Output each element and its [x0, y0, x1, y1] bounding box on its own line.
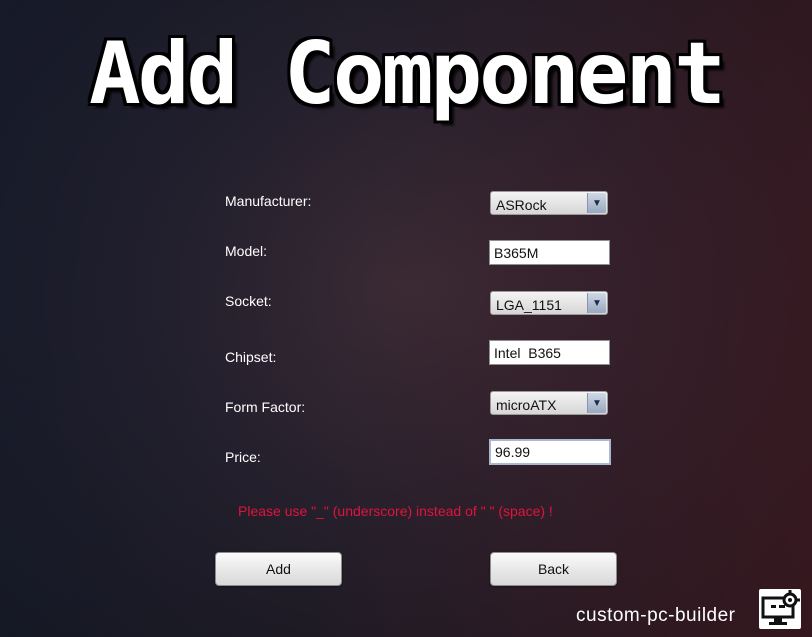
manufacturer-label: Manufacturer: — [225, 193, 312, 209]
page-title: Add Component — [88, 24, 726, 124]
brand-name: custom-pc-builder — [576, 605, 736, 626]
chevron-down-icon[interactable]: ▼ — [587, 293, 606, 313]
model-field[interactable] — [489, 240, 610, 265]
price-label: Price: — [225, 449, 261, 465]
socket-dropdown[interactable]: LGA_1151 ▼ — [490, 291, 608, 315]
warning-message: Please use "_" (underscore) instead of "… — [238, 503, 553, 519]
socket-label: Socket: — [225, 293, 272, 309]
form-factor-value: microATX — [496, 397, 557, 413]
monitor-gear-logo-icon — [759, 589, 801, 629]
chevron-down-icon[interactable]: ▼ — [587, 393, 606, 413]
price-field[interactable] — [489, 439, 611, 465]
chipset-field[interactable] — [489, 340, 610, 365]
socket-value: LGA_1151 — [496, 297, 562, 313]
back-button[interactable]: Back — [490, 552, 617, 586]
manufacturer-dropdown[interactable]: ASRock ▼ — [490, 191, 608, 215]
chevron-down-icon[interactable]: ▼ — [587, 193, 606, 213]
manufacturer-value: ASRock — [496, 197, 547, 213]
form-factor-dropdown[interactable]: microATX ▼ — [490, 391, 608, 415]
chipset-label: Chipset: — [225, 349, 277, 365]
model-label: Model: — [225, 243, 268, 259]
form-factor-label: Form Factor: — [225, 399, 306, 415]
add-button[interactable]: Add — [215, 552, 342, 586]
